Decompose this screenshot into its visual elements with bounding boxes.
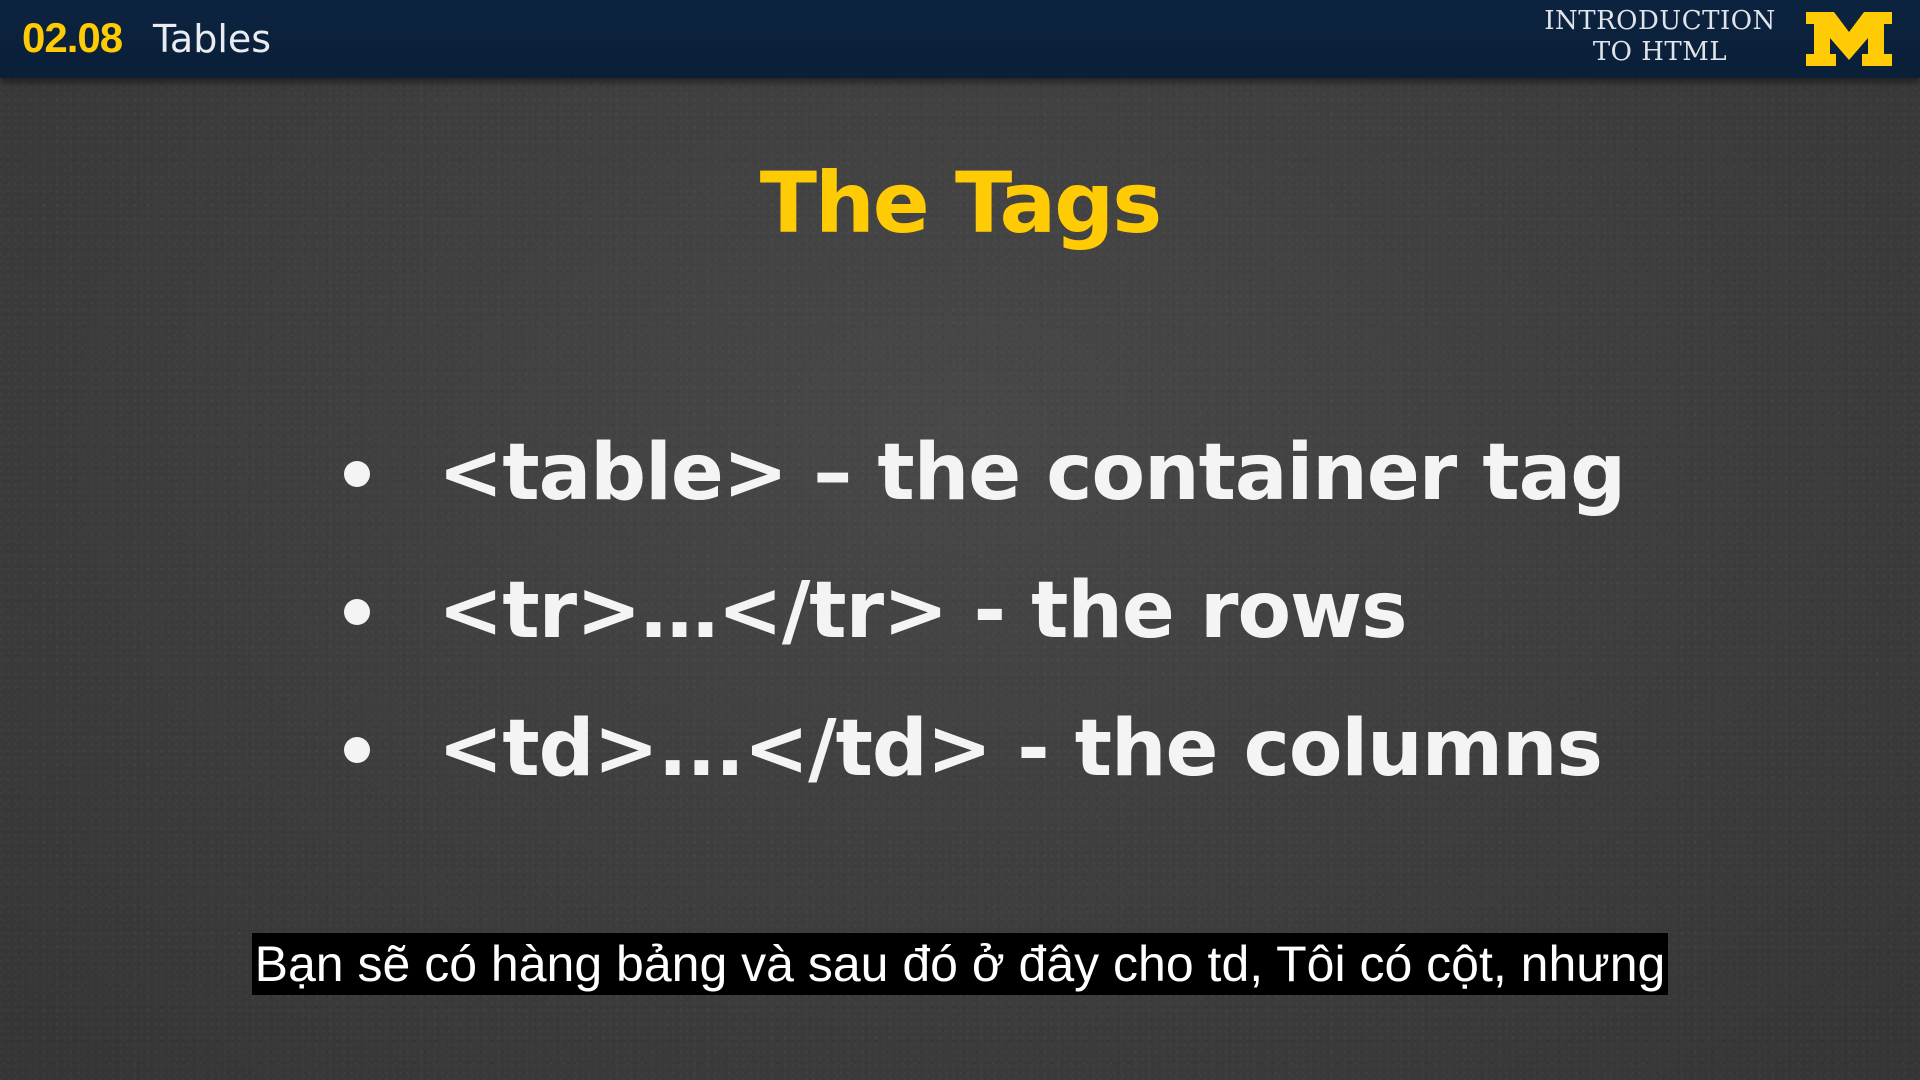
bullet-list: <table> – the container tag <tr>…</tr> -… (330, 418, 1626, 832)
block-m-logo-icon (1806, 12, 1892, 66)
bullet-dot-icon (344, 599, 370, 625)
lesson-number: 02.08 (22, 14, 123, 61)
bullet-dot-icon (344, 461, 370, 487)
bullet-item: <tr>…</tr> - the rows (330, 556, 1625, 694)
subtitle-caption: Bạn sẽ có hàng bảng và sau đó ở đây cho … (251, 933, 1669, 995)
bullet-dot-icon (344, 737, 370, 763)
bullet-item: <td>...</td> - the columns (330, 694, 1625, 832)
slide-title: The Tags (759, 154, 1163, 252)
bullet-text: <table> – the container tag (438, 428, 1626, 518)
bullet-text: <td>...</td> - the columns (438, 704, 1603, 794)
video-frame[interactable]: 02.08 Tables INTRODUCTION TO HTML The Ta… (0, 0, 1920, 1080)
course-name: INTRODUCTION TO HTML (1530, 6, 1790, 68)
course-name-line-2: TO HTML (1592, 37, 1728, 67)
course-name-line-1: INTRODUCTION (1544, 6, 1776, 36)
lesson-header-bar: 02.08 Tables INTRODUCTION TO HTML (0, 0, 1920, 78)
bullet-item: <table> – the container tag (330, 418, 1626, 556)
subtitle-area: Bạn sẽ có hàng bảng và sau đó ở đây cho … (0, 933, 1920, 995)
lesson-title: Tables (153, 17, 272, 61)
bullet-text: <tr>…</tr> - the rows (438, 566, 1408, 656)
